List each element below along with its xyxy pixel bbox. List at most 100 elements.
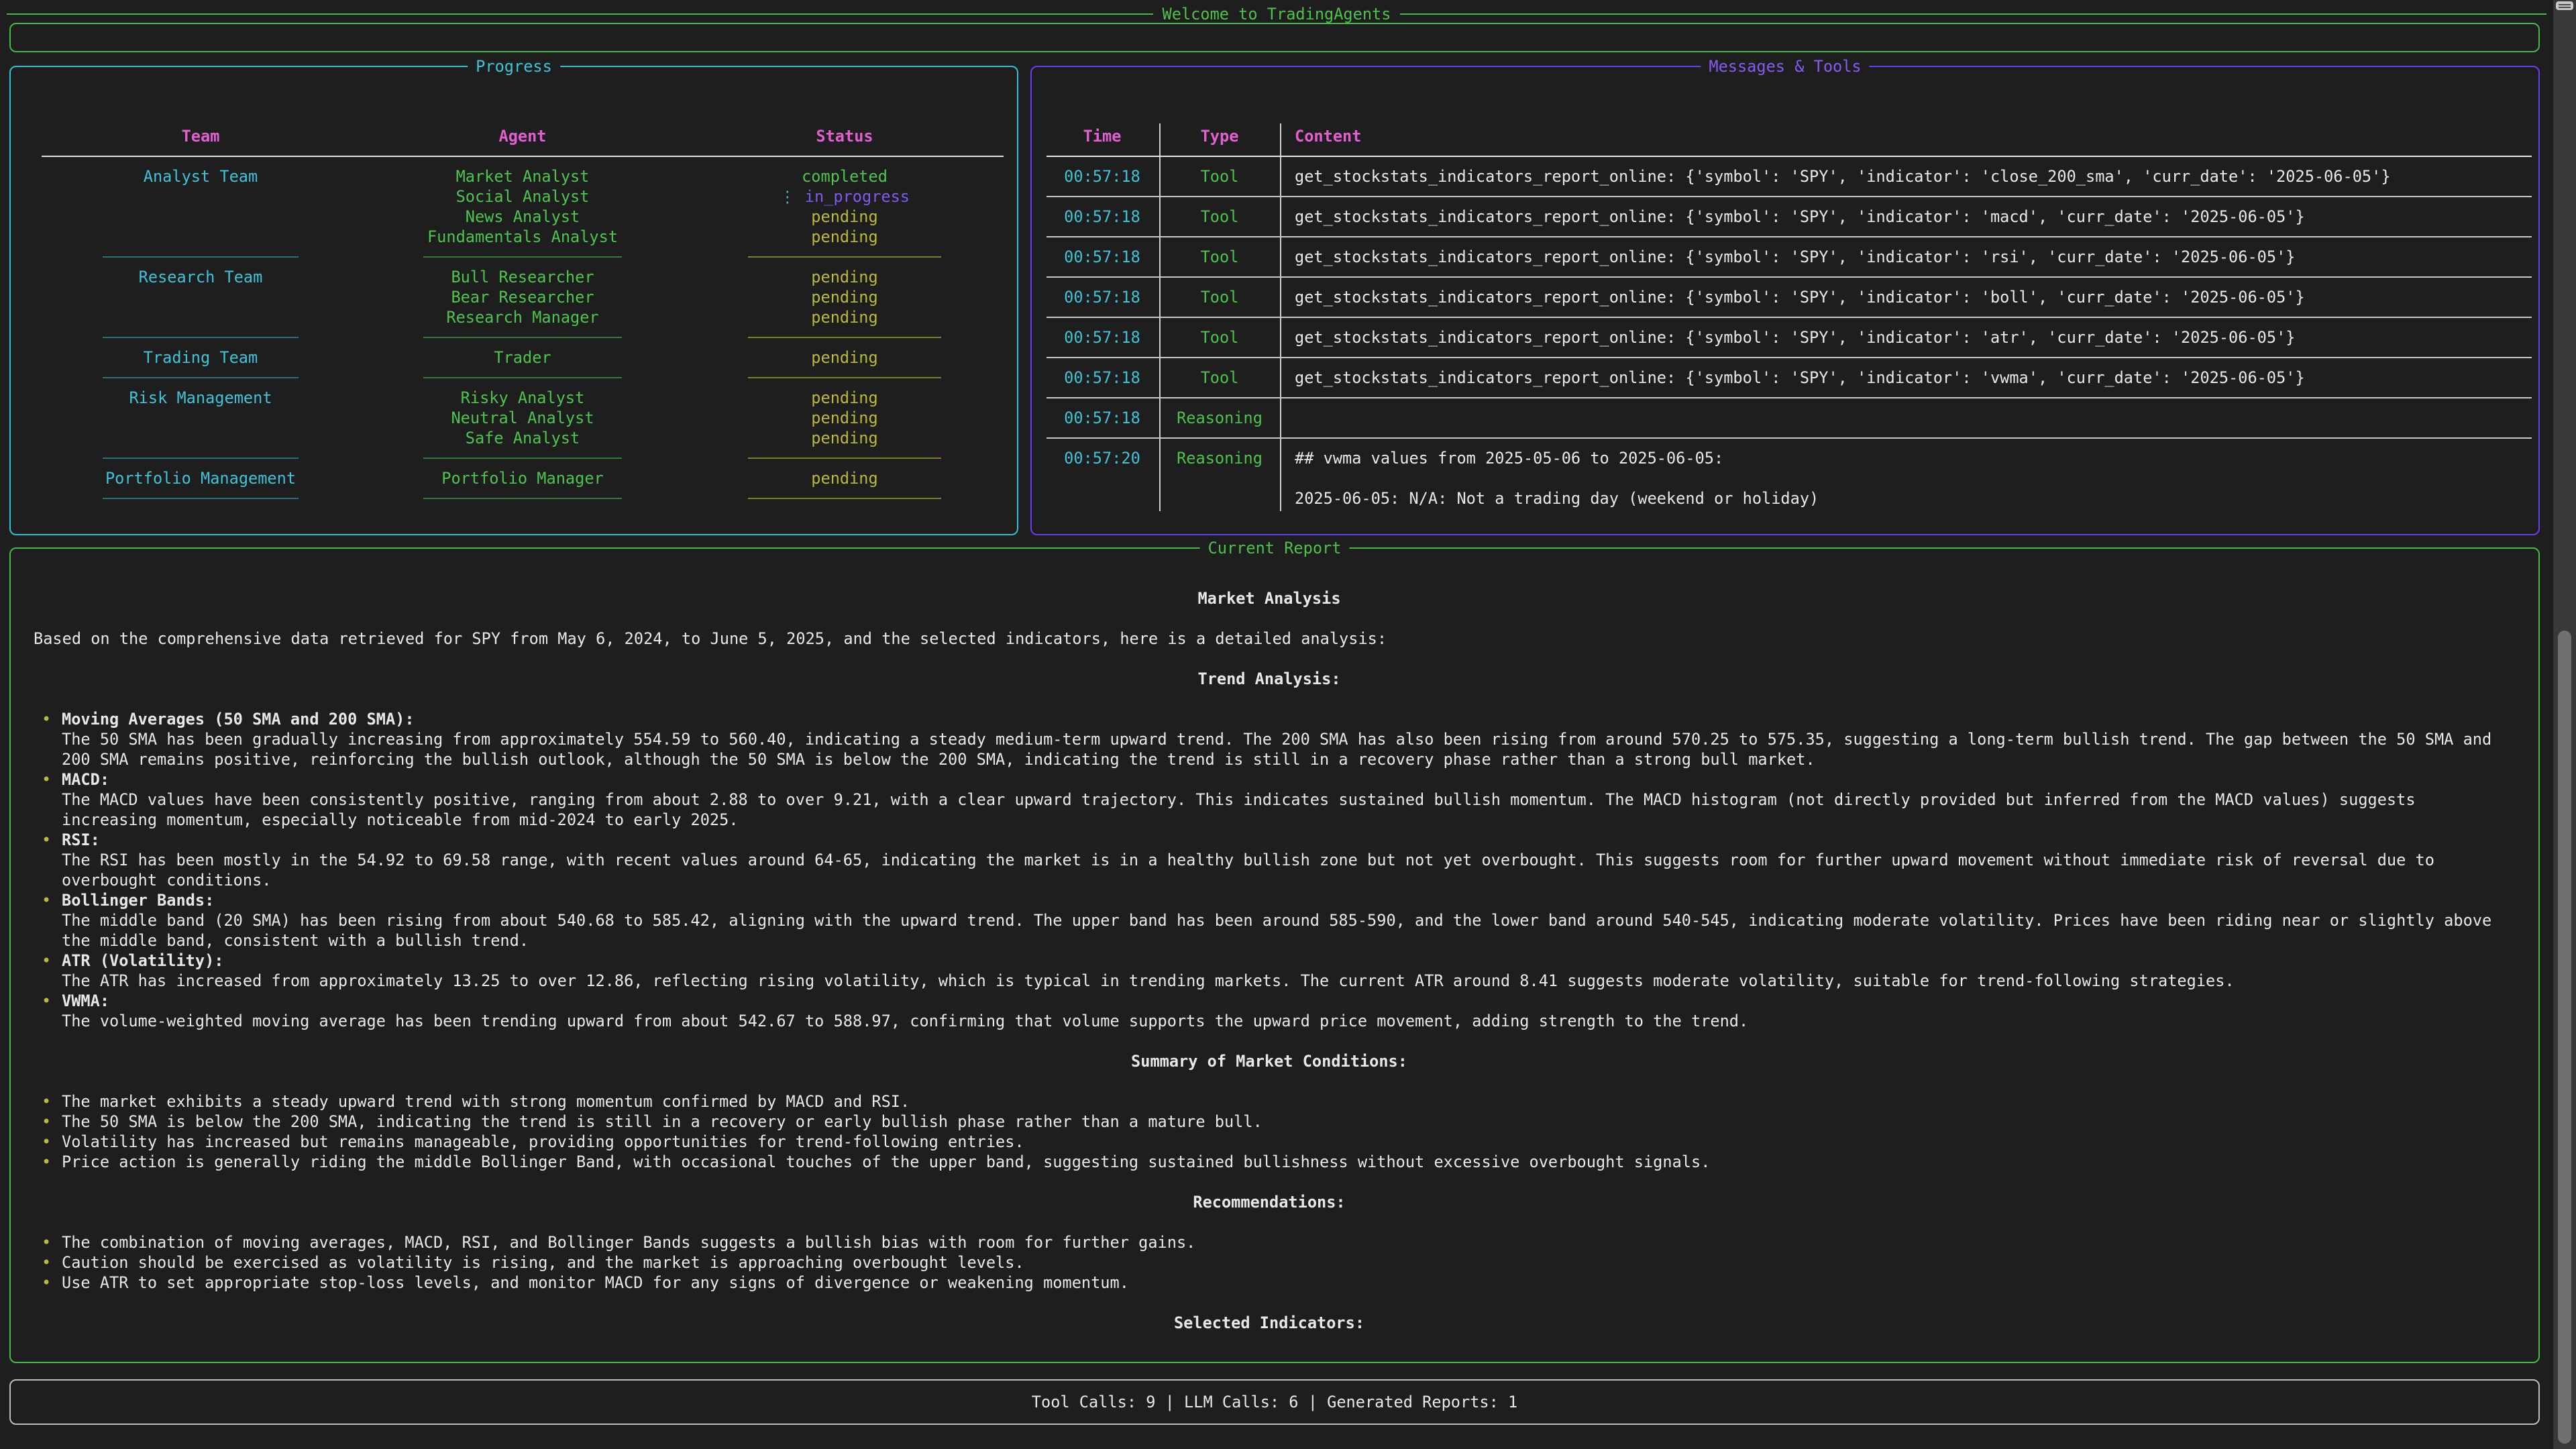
bullet-title: Moving Averages (50 SMA and 200 SMA): [62,709,2505,729]
bullet-title: VWMA: [62,991,2505,1011]
bullet-icon: • [42,951,51,971]
table-row: 00:57:18 Tool get_stockstats_indicators_… [1032,247,2538,267]
status-cell: pending [748,207,941,227]
time-cell: 00:57:18 [1045,207,1159,227]
footer-stats-text: Tool Calls: 9 | LLM Calls: 6 | Generated… [1032,1393,1517,1411]
table-row: 00:57:18 Tool get_stockstats_indicators_… [1032,287,2538,307]
table-row: 00:57:18 Tool get_stockstats_indicators_… [1032,327,2538,347]
time-cell: 00:57:18 [1045,408,1159,428]
list-item: •The market exhibits a steady upward tre… [42,1091,2505,1112]
team-cell: Research Team [103,267,299,287]
time-cell: 00:57:18 [1045,247,1159,267]
row-separator [1032,186,2538,207]
bullet-text: The market exhibits a steady upward tren… [62,1092,910,1111]
table-row: 00:57:18 Tool get_stockstats_indicators_… [1032,368,2538,388]
content-line: ## vwma values from 2025-05-06 to 2025-0… [1295,448,2528,468]
status-cell: pending [748,307,941,327]
group-separator [11,247,1017,267]
column-header-agent: Agent [423,126,622,146]
section-heading-trend: Trend Analysis: [34,669,2505,689]
list-item: • The combination of moving averages, MAC… [42,1232,2505,1252]
bullet-icon: • [42,991,51,1011]
table-row: Social Analyst ⋮ in_progress [11,186,1017,207]
progress-header-row: Team Agent Status [11,126,1017,146]
table-row: Research Manager pending [11,307,1017,327]
status-cell: pending [748,388,941,408]
status-cell: pending [748,287,941,307]
bullet-icon: • [42,709,51,729]
trend-bullet-list: • Moving Averages (50 SMA and 200 SMA): … [42,709,2505,1031]
agent-cell: Portfolio Manager [423,468,622,488]
column-header-status: Status [748,126,941,146]
bullet-text: The volume-weighted moving average has b… [62,1011,2505,1031]
type-cell: Reasoning [1163,448,1276,468]
list-item: • ATR (Volatility): The ATR has increase… [42,951,2505,991]
time-cell: 00:57:18 [1045,327,1159,347]
table-row: Trading Team Trader pending [11,347,1017,368]
type-cell: Tool [1163,247,1276,267]
status-cell: ⋮ in_progress [748,186,941,207]
bullet-text: The middle band (20 SMA) has been rising… [62,910,2505,951]
content-line [1295,468,2528,488]
rule-line [7,13,1153,15]
bullet-icon: • [42,1252,51,1273]
header-underline [11,146,1017,166]
column-header-type: Type [1163,126,1276,146]
column-header-time: Time [1045,126,1159,146]
time-cell: 00:57:18 [1045,166,1159,186]
welcome-title: Welcome to TradingAgents [1163,5,1391,23]
bullet-title: MACD: [62,769,2505,790]
list-item: • Bollinger Bands: The middle band (20 S… [42,890,2505,951]
section-heading-recommendations: Recommendations: [34,1192,2505,1212]
status-text: in_progress [805,187,910,206]
content-cell: get_stockstats_indicators_report_online:… [1295,368,2528,388]
bullet-text: Price action is generally riding the mid… [62,1152,1710,1171]
table-row: Bear Researcher pending [11,287,1017,307]
bullet-title: RSI: [62,830,2505,850]
bullet-title: ATR (Volatility): [62,951,2505,971]
welcome-panel [9,23,2540,52]
time-cell: 00:57:18 [1045,287,1159,307]
table-row: 00:57:18 Tool get_stockstats_indicators_… [1032,166,2538,186]
report-body: Market Analysis Based on the comprehensi… [11,549,2538,1333]
scrollbar-handle-icon[interactable] [2556,1,2573,10]
summary-bullet-list: • The market exhibits a steady upward tre… [42,1091,2505,1172]
status-cell: pending [748,468,941,488]
list-item: •The 50 SMA is below the 200 SMA, indica… [42,1112,2505,1132]
spinner-icon: ⋮ [780,187,796,206]
table-row: Neutral Analyst pending [11,408,1017,428]
content-cell: ## vwma values from 2025-05-06 to 2025-0… [1295,448,2528,508]
row-separator [1032,267,2538,287]
bullet-icon: • [42,1132,51,1152]
footer-stats-panel: Tool Calls: 9 | LLM Calls: 6 | Generated… [9,1379,2540,1425]
agent-cell: Safe Analyst [423,428,622,448]
section-heading-selected-indicators: Selected Indicators: [34,1313,2505,1333]
type-cell: Tool [1163,287,1276,307]
bullet-icon: • [42,1112,51,1132]
list-item: •Caution should be exercised as volatili… [42,1252,2505,1273]
bullet-text: The combination of moving averages, MACD… [62,1233,1195,1252]
bullet-icon: • [42,1232,51,1252]
row-separator [1032,347,2538,368]
type-cell: Reasoning [1163,408,1276,428]
list-item: • RSI: The RSI has been mostly in the 54… [42,830,2505,890]
list-item: •Use ATR to set appropriate stop-loss le… [42,1273,2505,1293]
table-row: News Analyst pending [11,207,1017,227]
list-item: • Price action is generally riding the mi… [42,1152,2505,1172]
bullet-icon: • [42,1152,51,1172]
list-item: • Moving Averages (50 SMA and 200 SMA): … [42,709,2505,769]
team-cell: Trading Team [103,347,299,368]
report-panel-title: Current Report [1200,538,1350,558]
report-heading: Market Analysis [34,588,2505,608]
agent-cell: Risky Analyst [423,388,622,408]
bullet-text: The MACD values have been consistently p… [62,790,2505,830]
table-row: Research Team Bull Researcher pending [11,267,1017,287]
agent-cell: Social Analyst [423,186,622,207]
table-row: 00:57:18 Reasoning [1032,408,2538,428]
progress-panel: Progress Team Agent Status Analyst Team … [9,66,1018,535]
row-separator [1032,307,2538,327]
scrollbar-thumb[interactable] [2558,631,2571,1444]
team-cell: Analyst Team [103,166,299,186]
column-header-content: Content [1295,126,2528,146]
team-cell: Risk Management [103,388,299,408]
